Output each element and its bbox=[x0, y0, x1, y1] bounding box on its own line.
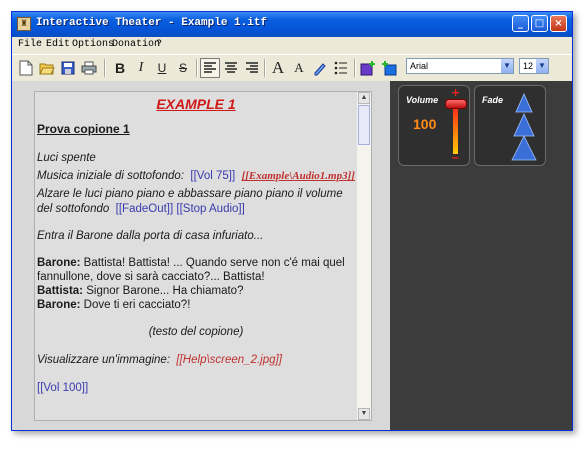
toolbar-separator bbox=[196, 59, 198, 77]
stage-direction-fade: del sottofondo [[FadeOut]] [[Stop Audio]… bbox=[37, 203, 245, 215]
stage-direction-image: Visualizzare un'immagine: [[Help\screen_… bbox=[37, 354, 282, 366]
scrollbar-thumb[interactable] bbox=[358, 105, 370, 145]
stop-audio-tag[interactable]: [[Stop Audio]] bbox=[176, 203, 244, 215]
minimize-button[interactable]: _ bbox=[512, 15, 529, 32]
dialogue-text: Signor Barone... Ha chiamato? bbox=[86, 285, 244, 297]
scroll-down-icon[interactable]: ▼ bbox=[358, 408, 370, 420]
character-name: Battista: bbox=[37, 285, 84, 297]
stage-direction-text: Musica iniziale di sottofondo: bbox=[37, 170, 185, 182]
menu-options[interactable]: Options bbox=[72, 39, 114, 50]
volume-minus[interactable]: − bbox=[451, 153, 459, 164]
fadeout-tag[interactable]: [[FadeOut]] bbox=[116, 203, 174, 215]
maximize-button[interactable]: □ bbox=[531, 15, 548, 32]
bullet-list-icon[interactable] bbox=[331, 58, 351, 78]
new-file-icon[interactable] bbox=[16, 58, 36, 78]
dialogue-line: Battista: Signor Barone... Ha chiamato? bbox=[37, 285, 243, 297]
stage-direction: Entra il Barone dalla porta di casa infu… bbox=[37, 230, 264, 242]
insert-image-icon[interactable] bbox=[358, 58, 378, 78]
highlight-pen-icon[interactable] bbox=[310, 58, 330, 78]
volume-slider-knob[interactable] bbox=[445, 99, 467, 109]
script-editor[interactable]: EXAMPLE 1 Prova copione 1 Luci spente Mu… bbox=[34, 91, 372, 421]
audio-tag[interactable]: [[Example\Audio1.mp3]] bbox=[242, 170, 355, 182]
dialogue-line: Barone: Dove ti eri cacciato?! bbox=[37, 299, 190, 311]
stage-direction-text: del sottofondo bbox=[37, 203, 110, 215]
volume-track[interactable] bbox=[453, 102, 458, 154]
font-name-select[interactable]: Arial ▼ bbox=[406, 58, 514, 74]
fade-panel: Fade bbox=[474, 85, 546, 166]
menu-edit[interactable]: Edit bbox=[46, 39, 70, 50]
volume-tag[interactable]: [[Vol 100]] bbox=[37, 382, 88, 394]
stage-direction-text: Visualizzare un'immagine: bbox=[37, 354, 171, 366]
menu-help[interactable]: ? bbox=[156, 39, 162, 50]
font-size-select[interactable]: 12 ▼ bbox=[519, 58, 549, 74]
font-shrink-button[interactable]: A bbox=[289, 58, 309, 78]
align-center-button[interactable] bbox=[221, 58, 241, 78]
client-area: EXAMPLE 1 Prova copione 1 Luci spente Mu… bbox=[12, 81, 572, 430]
volume-tag[interactable]: [[Vol 75]] bbox=[190, 170, 235, 182]
vertical-scrollbar[interactable]: ▲ ▼ bbox=[357, 92, 371, 420]
volume-tag-line: [[Vol 100]] bbox=[37, 382, 88, 394]
toolbar-separator bbox=[354, 59, 356, 77]
fade-label: Fade bbox=[482, 95, 504, 105]
app-window: ♜ Interactive Theater - Example 1.itf _ … bbox=[11, 11, 573, 431]
character-name: Barone: bbox=[37, 257, 81, 269]
chevron-down-icon[interactable]: ▼ bbox=[536, 59, 548, 73]
align-right-button[interactable] bbox=[242, 58, 262, 78]
image-tag[interactable]: [[Help\screen_2.jpg]] bbox=[176, 354, 281, 366]
print-icon[interactable] bbox=[79, 58, 99, 78]
menu-bar: File Edit Options Donation ? bbox=[12, 37, 572, 54]
italic-button[interactable]: I bbox=[131, 58, 151, 78]
open-folder-icon[interactable] bbox=[37, 58, 57, 78]
strikethrough-button[interactable]: S bbox=[173, 58, 193, 78]
document-heading: EXAMPLE 1 bbox=[156, 96, 236, 112]
menu-file[interactable]: File bbox=[18, 39, 42, 50]
script-text[interactable]: EXAMPLE 1 Prova copione 1 Luci spente Mu… bbox=[35, 92, 357, 420]
window-title: Interactive Theater - Example 1.itf bbox=[36, 17, 268, 29]
font-size-value: 12 bbox=[523, 61, 534, 71]
dialogue-text: Battista! Battista! ... Quando serve non… bbox=[83, 257, 345, 269]
font-grow-button[interactable]: A bbox=[268, 58, 288, 78]
title-bar[interactable]: ♜ Interactive Theater - Example 1.itf _ … bbox=[12, 12, 572, 37]
volume-value: 100 bbox=[413, 116, 437, 132]
volume-plus[interactable]: + bbox=[451, 86, 460, 99]
dialogue-line: Barone: Battista! Battista! ... Quando s… bbox=[37, 257, 345, 269]
insert-audio-icon[interactable] bbox=[379, 58, 399, 78]
document-subtitle: Prova copione 1 bbox=[37, 122, 130, 136]
underline-button[interactable]: U bbox=[152, 58, 172, 78]
toolbar: B I U S A A Arial ▼ 12 ▼ bbox=[12, 54, 572, 82]
menu-donation[interactable]: Donation bbox=[112, 39, 160, 50]
volume-panel: Volume 100 + − bbox=[398, 85, 470, 166]
stage-direction-music: Musica iniziale di sottofondo: [[Vol 75]… bbox=[37, 170, 355, 182]
theater-mask-icon: ♜ bbox=[17, 17, 31, 31]
scroll-up-icon[interactable]: ▲ bbox=[358, 92, 370, 104]
save-icon[interactable] bbox=[58, 58, 78, 78]
dialogue-line: fannullone, dove si sarà cacciato?... Ba… bbox=[37, 271, 265, 283]
chevron-down-icon[interactable]: ▼ bbox=[501, 59, 513, 73]
volume-label: Volume bbox=[406, 95, 439, 105]
editor-area: EXAMPLE 1 Prova copione 1 Luci spente Mu… bbox=[12, 81, 390, 430]
stage-direction: Luci spente bbox=[37, 152, 96, 164]
close-button[interactable]: × bbox=[550, 15, 567, 32]
toolbar-separator bbox=[264, 59, 266, 77]
toolbar-separator bbox=[104, 59, 106, 77]
dialogue-text: Dove ti eri cacciato?! bbox=[83, 299, 191, 311]
bold-button[interactable]: B bbox=[110, 58, 130, 78]
stage-direction-centered: (testo del copione) bbox=[148, 326, 244, 338]
character-name: Barone: bbox=[37, 299, 81, 311]
align-left-button[interactable] bbox=[200, 58, 220, 78]
stage-direction: Alzare le luci piano piano e abbassare p… bbox=[37, 188, 343, 200]
font-name-value: Arial bbox=[410, 61, 429, 71]
fade-arrows-icon[interactable] bbox=[507, 92, 541, 162]
